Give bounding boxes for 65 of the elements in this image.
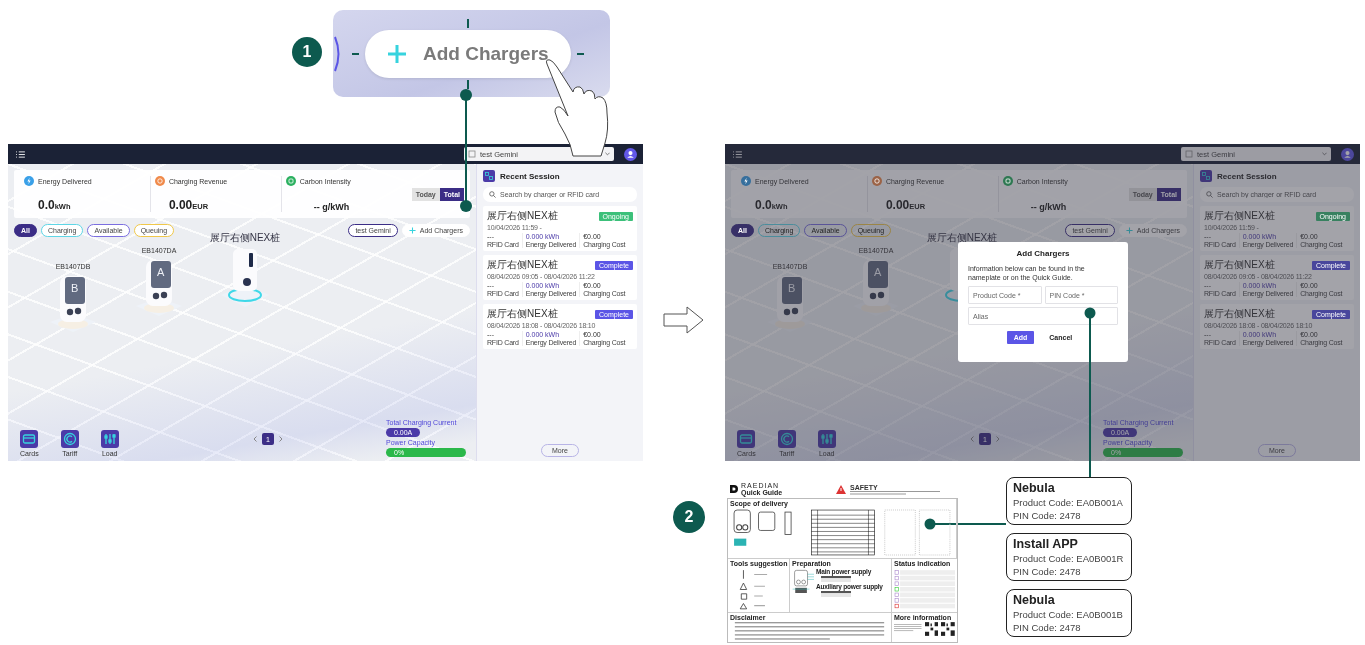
stat-value: 0.0 bbox=[38, 198, 55, 212]
chevron-down-icon bbox=[1322, 152, 1327, 156]
pin-code: PIN Code: 2478 bbox=[1013, 566, 1082, 577]
tick-mark bbox=[352, 52, 359, 55]
avatar-icon[interactable] bbox=[1341, 147, 1354, 161]
step-number: 1 bbox=[292, 37, 322, 67]
avatar-icon[interactable] bbox=[624, 147, 637, 161]
charger-letter: B bbox=[71, 282, 79, 294]
product-code: Product Code: EA0B001A bbox=[1013, 497, 1124, 508]
product-code: Product Code: EA0B001B bbox=[1013, 609, 1124, 620]
card-icon[interactable] bbox=[737, 430, 756, 448]
charger-name: 展厅右侧NEX桩 bbox=[487, 209, 558, 223]
euro-icon[interactable] bbox=[777, 430, 796, 448]
stat-value: 0.00 bbox=[168, 198, 193, 212]
charger-letter: A bbox=[874, 266, 882, 278]
pin-code: PIN Code: 2478 bbox=[1013, 622, 1082, 633]
stat-value: -- g/kWh bbox=[1030, 202, 1067, 212]
step-number: 2 bbox=[673, 501, 705, 533]
arc-drawing bbox=[334, 35, 340, 72]
menu-icon[interactable] bbox=[16, 150, 25, 158]
panel-title: Recent Session bbox=[1217, 171, 1277, 181]
qr-code-icon bbox=[924, 622, 939, 636]
charger-name: 展厅右侧NEX桩 bbox=[209, 231, 281, 245]
card-title: Nebula bbox=[1013, 593, 1056, 607]
charger-name: 展厅右侧NEX桩 bbox=[1204, 258, 1275, 272]
stat-value: -- g/kWh bbox=[313, 202, 350, 212]
chevron-down-icon bbox=[605, 152, 610, 156]
session-icon bbox=[483, 170, 495, 182]
charger-letter: A bbox=[157, 266, 165, 278]
chevron-left-icon[interactable] bbox=[253, 436, 257, 442]
charger-name: 展厅右侧NEX桩 bbox=[926, 231, 998, 245]
warning-icon bbox=[836, 484, 846, 494]
charger-name: 展厅右侧NEX桩 bbox=[487, 307, 558, 321]
logo-icon bbox=[729, 484, 739, 494]
plus-icon bbox=[387, 43, 407, 64]
chevron-right-icon[interactable] bbox=[279, 436, 283, 442]
pin-code: PIN Code: 2478 bbox=[1013, 510, 1082, 521]
right-arrow-icon bbox=[663, 305, 705, 335]
session-icon bbox=[1200, 170, 1212, 182]
card-icon[interactable] bbox=[20, 430, 39, 448]
dialog-title: Add Chargers bbox=[1015, 249, 1071, 258]
preparation-diagram-drawing bbox=[792, 568, 814, 596]
stat-value: 0.0 bbox=[755, 198, 772, 212]
charger-name: 展厅右侧NEX桩 bbox=[1204, 307, 1275, 321]
card-title: Nebula bbox=[1013, 481, 1056, 495]
sliders-icon[interactable] bbox=[817, 430, 836, 448]
charger-name: 展厅右侧NEX桩 bbox=[1204, 209, 1275, 223]
panel-title: Recent Session bbox=[500, 171, 560, 181]
plus-icon bbox=[408, 227, 416, 234]
charger-name: 展厅右侧NEX桩 bbox=[487, 258, 558, 272]
tick-mark bbox=[467, 18, 469, 28]
search-icon bbox=[1206, 191, 1213, 198]
card-title: Install APP bbox=[1013, 537, 1079, 551]
add-chargers-button[interactable]: Add Chargers bbox=[365, 29, 571, 78]
product-code: Product Code: EA0B001R bbox=[1013, 553, 1125, 564]
plus-icon bbox=[1125, 227, 1133, 234]
tick-mark bbox=[467, 79, 469, 89]
qr-code-icon bbox=[941, 622, 955, 636]
euro-icon[interactable] bbox=[60, 430, 79, 448]
search-icon bbox=[489, 191, 496, 198]
tick-mark bbox=[577, 52, 584, 55]
sliders-icon[interactable] bbox=[100, 430, 119, 448]
status-table-drawing bbox=[894, 568, 955, 611]
stat-value: 0.00 bbox=[885, 198, 910, 212]
charger-letter: B bbox=[788, 282, 796, 294]
